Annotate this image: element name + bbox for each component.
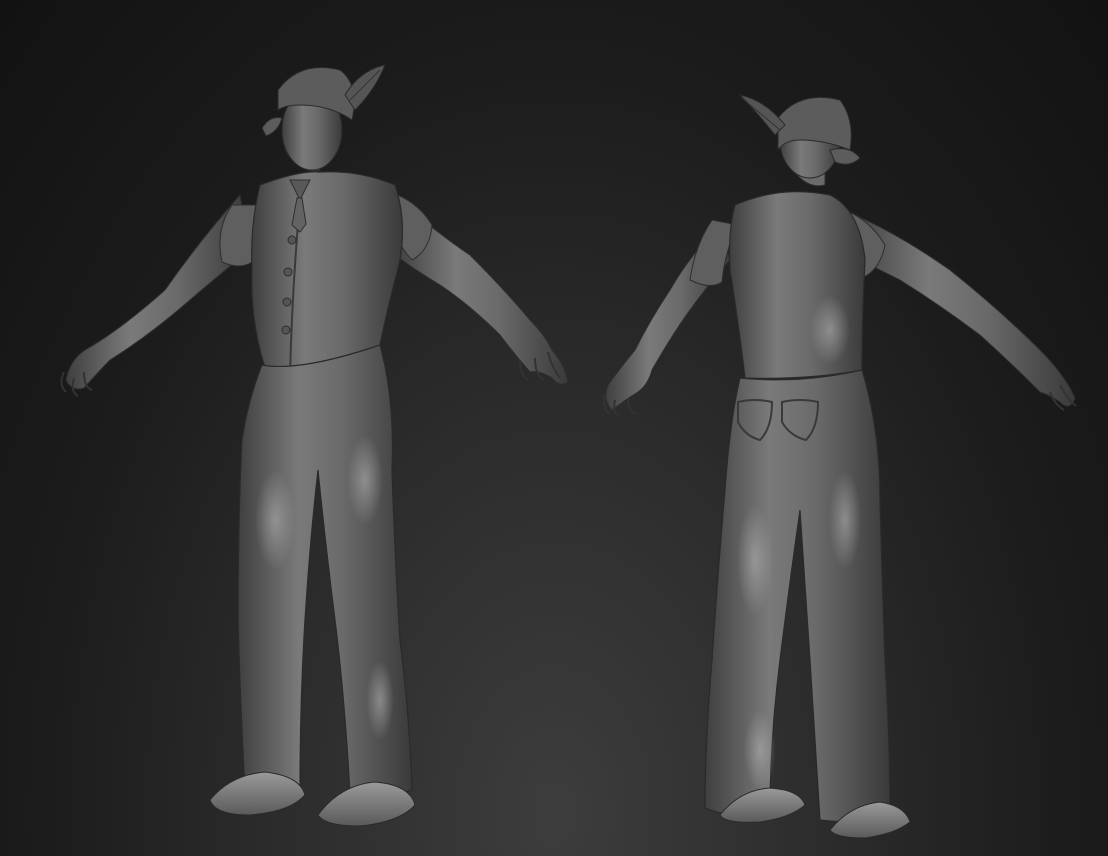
character-back-view bbox=[603, 94, 1077, 839]
back-body bbox=[603, 94, 1077, 839]
sculpt-viewport[interactable] bbox=[0, 0, 1108, 856]
